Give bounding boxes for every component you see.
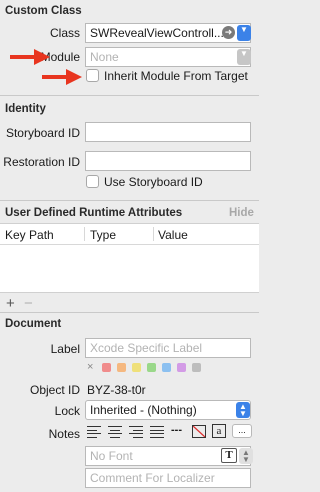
font-picker-icon: T [225, 449, 233, 461]
more-label: ... [238, 425, 246, 435]
localizer-comment-placeholder: Comment For Localizer [90, 471, 215, 485]
storyboard-id-field[interactable] [85, 122, 251, 142]
xcode-label-placeholder: Xcode Specific Label [90, 341, 203, 355]
storyboard-id-label: Storyboard ID [5, 126, 80, 140]
swatch-purple[interactable] [177, 363, 186, 372]
lock-dropdown-button[interactable]: ▲ ▼ [236, 402, 250, 418]
inherit-module-checkbox[interactable] [86, 69, 99, 82]
use-storyboard-id-label: Use Storyboard ID [104, 175, 203, 189]
object-id-value: BYZ-38-t0r [87, 383, 146, 397]
chevron-updown-icon: ▲ ▼ [242, 448, 250, 464]
divider [0, 200, 259, 201]
use-storyboard-id-checkbox[interactable] [86, 175, 99, 188]
chevron-down-icon: ▼ [240, 25, 248, 34]
chevron-down-icon: ▼ [240, 49, 248, 58]
hide-button[interactable]: Hide [229, 207, 254, 219]
lock-popup[interactable]: Inherited - (Nothing) [85, 400, 251, 420]
label-label: Label [50, 342, 80, 356]
module-placeholder: None [90, 50, 119, 64]
inherit-module-label: Inherit Module From Target [104, 69, 248, 83]
divider [0, 312, 259, 313]
lock-label: Lock [54, 404, 80, 418]
custom-class-title: Custom Class [5, 5, 82, 17]
arrow-right-icon: ➜ [224, 27, 233, 37]
identity-title: Identity [5, 103, 46, 115]
chevron-updown-icon: ▲ ▼ [239, 402, 247, 418]
more-options-button[interactable]: ... [232, 424, 252, 438]
lock-value: Inherited - (Nothing) [90, 403, 197, 417]
module-field[interactable]: None [85, 47, 251, 67]
runtime-attributes-table: Key Path Type Value [0, 223, 259, 293]
font-stepper[interactable]: ▲ ▼ [239, 448, 253, 464]
color-swatches: × [87, 361, 227, 375]
module-dropdown-button[interactable]: ▼ [237, 49, 251, 65]
column-divider [84, 227, 85, 241]
font-picker-button[interactable]: T [221, 448, 237, 463]
align-justify-icon[interactable] [149, 425, 165, 439]
notes-label: Notes [48, 427, 80, 441]
document-title: Document [5, 318, 62, 330]
align-center-icon[interactable] [107, 425, 123, 439]
column-header-type[interactable]: Type [90, 228, 116, 242]
notes-toolbar: --- a ... [86, 424, 252, 440]
align-right-icon[interactable] [128, 425, 144, 439]
runtime-attributes-title: User Defined Runtime Attributes [5, 207, 183, 219]
align-left-icon[interactable] [86, 425, 102, 439]
text-color-icon[interactable]: a [212, 424, 226, 438]
annotation-arrow-icon [10, 49, 50, 65]
class-label: Class [49, 26, 80, 40]
divider [0, 95, 259, 96]
swatch-gray[interactable] [192, 363, 201, 372]
dashes-button[interactable]: --- [171, 424, 182, 436]
restoration-id-field[interactable] [85, 151, 251, 171]
clear-color-swatch[interactable]: × [87, 361, 93, 373]
add-attribute-button[interactable]: + [6, 295, 15, 312]
class-dropdown-button[interactable]: ▼ [237, 25, 251, 41]
font-placeholder: No Font [90, 449, 133, 463]
swatch-blue[interactable] [162, 363, 171, 372]
column-divider [153, 227, 154, 241]
column-header-value[interactable]: Value [158, 228, 188, 242]
localizer-comment-field[interactable]: Comment For Localizer [85, 468, 251, 488]
remove-attribute-button[interactable]: − [24, 295, 33, 312]
table-header: Key Path Type Value [0, 224, 259, 245]
restoration-id-label: Restoration ID [3, 155, 80, 169]
swatch-red[interactable] [102, 363, 111, 372]
no-color-icon[interactable] [192, 425, 206, 438]
swatch-green[interactable] [147, 363, 156, 372]
object-id-label: Object ID [29, 383, 80, 397]
class-value: SWRevealViewControll... [90, 26, 224, 40]
class-arrow-button[interactable]: ➜ [222, 26, 235, 39]
swatch-orange[interactable] [117, 363, 126, 372]
xcode-label-field[interactable]: Xcode Specific Label [85, 338, 251, 358]
annotation-arrow-icon [42, 69, 82, 85]
swatch-yellow[interactable] [132, 363, 141, 372]
column-header-key-path[interactable]: Key Path [5, 228, 54, 242]
